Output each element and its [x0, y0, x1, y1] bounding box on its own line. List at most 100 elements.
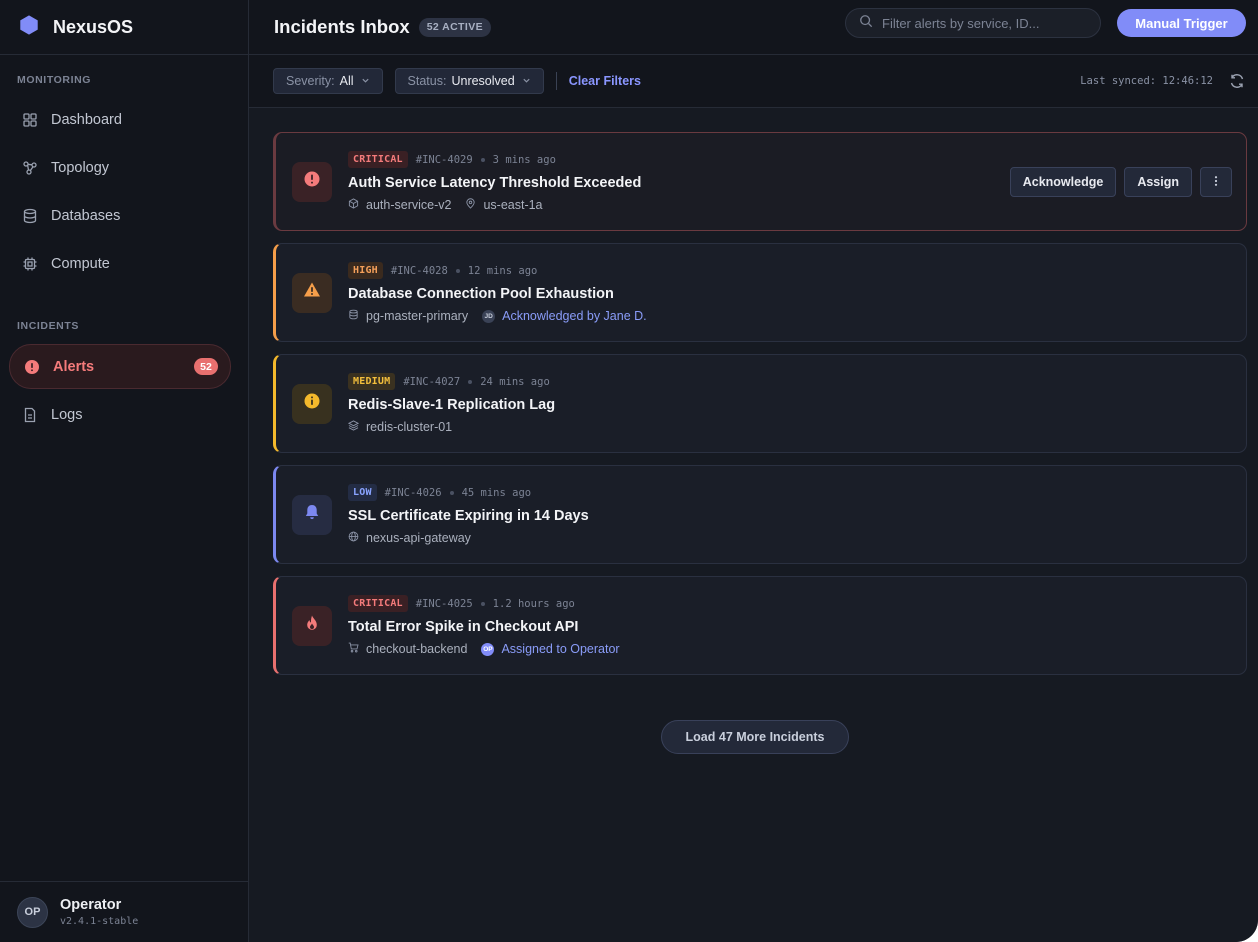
severity-icon-box [292, 494, 332, 535]
service-name: redis-cluster-01 [366, 420, 453, 434]
sidebar-item-compute[interactable]: Compute [0, 240, 248, 288]
service-tag: redis-cluster-01 [347, 420, 453, 434]
user-info: Operator v2.4.1-stable [60, 897, 138, 927]
alerts-count-badge: 52 [194, 358, 218, 375]
app-window: NexusOS MONITORING Dashboard Topology Da… [0, 0, 1258, 942]
incident-actions: Acknowledge Assign [1009, 167, 1232, 197]
service-tag: nexus-api-gateway [348, 531, 471, 545]
brand-name: NexusOS [53, 16, 134, 37]
incident-body: MEDIUM #INC-4027 24 mins ago Redis-Slave… [347, 373, 556, 434]
cpu-icon [22, 256, 38, 272]
severity-icon-box [292, 272, 332, 313]
database-icon [348, 309, 359, 323]
incident-id: #INC-4029 [415, 153, 473, 166]
avatar: OP [17, 896, 48, 928]
nav-monitoring: Dashboard Topology Databases Compute [0, 96, 248, 288]
status-filter[interactable]: Status: Unresolved [394, 68, 544, 94]
alert-circle-icon [24, 359, 40, 375]
file-icon [22, 407, 38, 423]
layers-icon [347, 420, 360, 434]
sidebar-item-label: Databases [51, 208, 121, 224]
sidebar-item-label: Topology [51, 160, 110, 176]
map-pin-icon [465, 198, 476, 212]
manual-trigger-button[interactable]: Manual Trigger [1117, 9, 1246, 37]
separator-dot [455, 268, 460, 273]
incident-tags: pg-master-primary JD Acknowledged by Jan… [348, 309, 647, 323]
incident-meta: HIGH #INC-4028 12 mins ago [348, 262, 647, 279]
sidebar-item-topology[interactable]: Topology [0, 144, 248, 192]
incident-id: #INC-4027 [403, 375, 461, 388]
assignee-tag: JD Acknowledged by Jane D. [482, 309, 647, 323]
brand[interactable]: NexusOS [0, 0, 248, 55]
clear-filters-link[interactable]: Clear Filters [569, 74, 641, 88]
incident-id: #INC-4025 [415, 597, 473, 610]
filter-bar: Severity: All Status: Unresolved Clear F… [249, 55, 1258, 108]
load-more-button[interactable]: Load 47 More Incidents [661, 720, 849, 754]
nav-incidents: Alerts 52 Logs [0, 342, 248, 439]
sidebar-item-alerts[interactable]: Alerts 52 [9, 344, 231, 389]
load-more-container: Load 47 More Incidents [249, 720, 1258, 754]
main-content: Incidents Inbox 52 ACTIVE Manual Trigger… [249, 0, 1258, 942]
separator-dot [449, 490, 454, 495]
chevron-down-icon [515, 74, 531, 88]
sidebar-item-logs[interactable]: Logs [0, 391, 248, 439]
severity-filter-value: All [339, 74, 354, 88]
search-input[interactable] [882, 15, 1092, 31]
assignee-text[interactable]: Assigned to Operator [501, 642, 619, 656]
assign-button[interactable]: Assign [1124, 167, 1192, 197]
incident-body: CRITICAL #INC-4029 3 mins ago Auth Servi… [348, 151, 641, 212]
assignee-avatar: JD [482, 309, 496, 323]
user-profile[interactable]: OP Operator v2.4.1-stable [0, 881, 248, 942]
acknowledge-button[interactable]: Acknowledge [1009, 167, 1117, 197]
page-title: Incidents Inbox [274, 16, 410, 37]
incident-card[interactable]: LOW #INC-4026 45 mins ago SSL Certificat… [273, 465, 1247, 564]
sidebar-item-dashboard[interactable]: Dashboard [0, 96, 248, 144]
incident-tags: checkout-backend OP Assigned to Operator [348, 642, 620, 656]
incident-id: #INC-4026 [384, 486, 442, 499]
incident-time: 3 mins ago [492, 153, 556, 166]
severity-filter[interactable]: Severity: All [273, 68, 383, 94]
assignee-avatar: OP [481, 642, 495, 656]
database-icon [22, 208, 38, 224]
refresh-icon[interactable] [1229, 73, 1245, 89]
severity-filter-label: Severity: [286, 74, 335, 88]
sidebar-item-databases[interactable]: Databases [0, 192, 248, 240]
status-filter-label: Status: [407, 74, 447, 88]
incident-card[interactable]: HIGH #INC-4028 12 mins ago Database Conn… [273, 243, 1247, 342]
alert-circle-icon [303, 170, 321, 193]
incident-body: HIGH #INC-4028 12 mins ago Database Conn… [348, 262, 647, 323]
incident-title: Redis-Slave-1 Replication Lag [348, 397, 556, 413]
incident-title: SSL Certificate Expiring in 14 Days [348, 508, 589, 524]
incident-tags: redis-cluster-01 [347, 420, 555, 434]
shopping-cart-icon [348, 642, 359, 656]
severity-tag: CRITICAL [348, 151, 408, 168]
severity-tag: MEDIUM [348, 373, 396, 390]
severity-icon-box [292, 383, 332, 424]
flame-icon [303, 614, 321, 637]
incident-title: Database Connection Pool Exhaustion [348, 286, 614, 302]
user-name: Operator [60, 897, 122, 913]
section-label-monitoring: MONITORING [17, 74, 92, 86]
more-vertical-icon [1210, 175, 1222, 190]
section-label-incidents: INCIDENTS [17, 320, 79, 332]
info-circle-icon [303, 392, 321, 415]
incident-card[interactable]: MEDIUM #INC-4027 24 mins ago Redis-Slave… [273, 354, 1247, 453]
last-synced-text: Last synced: 12:46:12 [1080, 75, 1213, 87]
assignee-text[interactable]: Acknowledged by Jane D. [502, 309, 647, 323]
header: Incidents Inbox 52 ACTIVE Manual Trigger [249, 0, 1258, 55]
incident-tags: nexus-api-gateway [348, 531, 589, 545]
search-box[interactable] [845, 8, 1101, 38]
service-name: pg-master-primary [366, 309, 469, 323]
severity-tag: LOW [348, 484, 377, 501]
sidebar-item-label: Logs [51, 407, 83, 423]
severity-tag: HIGH [348, 262, 383, 279]
incident-time: 24 mins ago [480, 375, 550, 388]
incident-card[interactable]: CRITICAL #INC-4025 1.2 hours ago Total E… [273, 576, 1247, 675]
separator-dot [468, 379, 473, 384]
incident-body: LOW #INC-4026 45 mins ago SSL Certificat… [348, 484, 589, 545]
more-options-button[interactable] [1200, 167, 1232, 197]
service-name: auth-service-v2 [366, 198, 452, 212]
incident-card[interactable]: CRITICAL #INC-4029 3 mins ago Auth Servi… [273, 132, 1247, 231]
status-filter-value: Unresolved [451, 74, 515, 88]
globe-icon [348, 531, 359, 545]
